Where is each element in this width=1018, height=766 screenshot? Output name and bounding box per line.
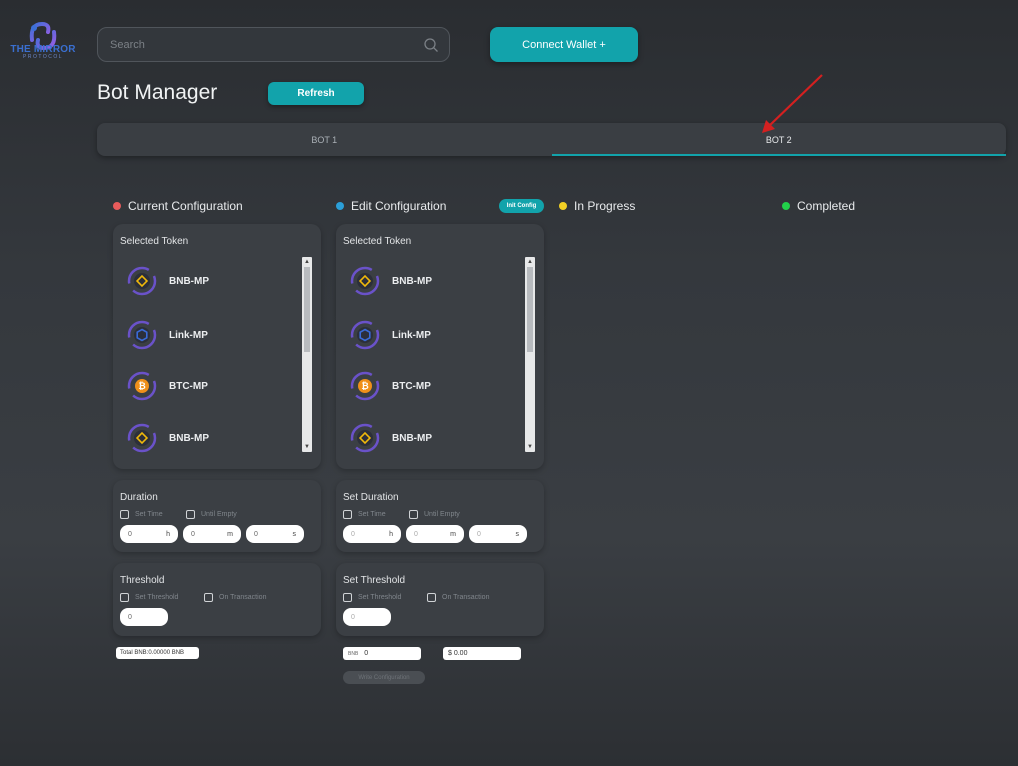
token-name: BNB-MP [169, 275, 209, 287]
seconds-input[interactable]: 0s [469, 525, 527, 543]
status-dot-yellow-icon [559, 202, 567, 210]
set-time-option[interactable]: Set Time [343, 510, 386, 519]
in-progress-label: In Progress [574, 199, 636, 213]
scroll-up-icon[interactable]: ▲ [302, 258, 312, 266]
checkbox[interactable] [409, 510, 418, 519]
token-list-scrollbar[interactable]: ▲ ▼ [525, 257, 535, 452]
token-name: BNB-MP [392, 275, 432, 287]
token-item[interactable]: ₿ BTC-MP [127, 371, 208, 401]
token-item[interactable]: Link-MP [127, 320, 208, 350]
edit-config-header: Edit Configuration [336, 199, 446, 213]
in-progress-header: In Progress [559, 199, 635, 213]
bitcoin-icon: ₿ [127, 371, 157, 401]
token-item[interactable]: BNB-MP [127, 423, 209, 453]
checkbox[interactable] [120, 510, 129, 519]
tab-bot-1[interactable]: BOT 1 [97, 123, 552, 156]
current-config-label: Current Configuration [128, 199, 243, 213]
duration-title: Duration [120, 492, 158, 503]
status-dot-red-icon [113, 202, 121, 210]
set-time-option[interactable]: Set Time [120, 510, 163, 519]
checkbox[interactable] [204, 593, 213, 602]
threshold-title: Threshold [120, 575, 165, 586]
token-item[interactable]: BNB-MP [350, 423, 432, 453]
token-name: BTC-MP [169, 380, 208, 392]
scroll-down-icon[interactable]: ▼ [525, 443, 535, 451]
current-token-title: Selected Token [120, 236, 189, 247]
page-title: Bot Manager [97, 81, 218, 104]
edit-token-card: Selected Token BNB-MP Link-MP ₿ BTC-MP B… [336, 224, 544, 469]
minutes-input[interactable]: 0m [183, 525, 241, 543]
checkbox[interactable] [427, 593, 436, 602]
seconds-input[interactable]: 0s [246, 525, 304, 543]
threshold-input[interactable]: 0 [120, 608, 168, 626]
svg-text:₿: ₿ [138, 381, 145, 392]
bnb-amount-input[interactable]: BNB 0 [343, 647, 421, 660]
chainlink-icon [127, 320, 157, 350]
current-token-card: Selected Token BNB-MP Link-MP ₿ BTC-MP B… [113, 224, 321, 469]
on-transaction-option[interactable]: On Transaction [427, 593, 489, 602]
chainlink-icon [350, 320, 380, 350]
scroll-down-icon[interactable]: ▼ [302, 443, 312, 451]
current-threshold-card: Threshold Set Threshold On Transaction 0 [113, 563, 321, 636]
refresh-button[interactable]: Refresh [268, 82, 364, 105]
until-empty-option[interactable]: Until Empty [409, 510, 460, 519]
scroll-up-icon[interactable]: ▲ [525, 258, 535, 266]
init-config-button[interactable]: Init Config [499, 199, 544, 213]
search-input[interactable] [110, 36, 410, 54]
token-list-scrollbar[interactable]: ▲ ▼ [302, 257, 312, 452]
checkbox[interactable] [343, 593, 352, 602]
checkbox[interactable] [343, 510, 352, 519]
token-name: Link-MP [392, 329, 431, 341]
bot-tabs: BOT 1 BOT 2 [97, 123, 1006, 156]
edit-duration-card: Set Duration Set Time Until Empty 0h 0m … [336, 480, 544, 552]
search-box[interactable] [97, 27, 450, 62]
set-duration-title: Set Duration [343, 492, 399, 503]
set-threshold-title: Set Threshold [343, 575, 406, 586]
edit-config-label: Edit Configuration [351, 199, 447, 213]
checkbox[interactable] [120, 593, 129, 602]
current-config-header: Current Configuration [113, 199, 243, 213]
usd-amount-input[interactable]: $ 0.00 [443, 647, 521, 660]
hours-input[interactable]: 0h [120, 525, 178, 543]
total-bnb-label: Total BNB:0.00000 BNB [116, 647, 199, 659]
edit-token-title: Selected Token [343, 236, 412, 247]
on-transaction-option[interactable]: On Transaction [204, 593, 266, 602]
hours-input[interactable]: 0h [343, 525, 401, 543]
brand-subtitle: PROTOCOL [23, 54, 63, 60]
token-name: BNB-MP [392, 432, 432, 444]
minutes-input[interactable]: 0m [406, 525, 464, 543]
bnb-icon [127, 423, 157, 453]
status-dot-green-icon [782, 202, 790, 210]
edit-threshold-card: Set Threshold Set Threshold On Transacti… [336, 563, 544, 636]
set-threshold-option[interactable]: Set Threshold [120, 593, 178, 602]
threshold-input[interactable]: 0 [343, 608, 391, 626]
token-name: BNB-MP [169, 432, 209, 444]
completed-header: Completed [782, 199, 855, 213]
bitcoin-icon: ₿ [350, 371, 380, 401]
write-configuration-button[interactable]: Write Configuration [343, 671, 425, 684]
token-item[interactable]: Link-MP [350, 320, 431, 350]
annotation-arrow-icon [762, 74, 823, 133]
token-item[interactable]: BNB-MP [127, 266, 209, 296]
checkbox[interactable] [186, 510, 195, 519]
bnb-icon [350, 423, 380, 453]
token-item[interactable]: BNB-MP [350, 266, 432, 296]
token-name: Link-MP [169, 329, 208, 341]
bnb-icon [350, 266, 380, 296]
search-icon[interactable] [423, 37, 439, 53]
current-duration-card: Duration Set Time Until Empty 0h 0m 0s [113, 480, 321, 552]
scroll-thumb[interactable] [527, 267, 533, 352]
completed-label: Completed [797, 199, 856, 213]
status-dot-blue-icon [336, 202, 344, 210]
connect-wallet-button[interactable]: Connect Wallet + [490, 27, 638, 62]
bnb-icon [127, 266, 157, 296]
token-name: BTC-MP [392, 380, 431, 392]
set-threshold-option[interactable]: Set Threshold [343, 593, 401, 602]
scroll-thumb[interactable] [304, 267, 310, 352]
svg-text:₿: ₿ [361, 381, 368, 392]
until-empty-option[interactable]: Until Empty [186, 510, 237, 519]
token-item[interactable]: ₿ BTC-MP [350, 371, 431, 401]
